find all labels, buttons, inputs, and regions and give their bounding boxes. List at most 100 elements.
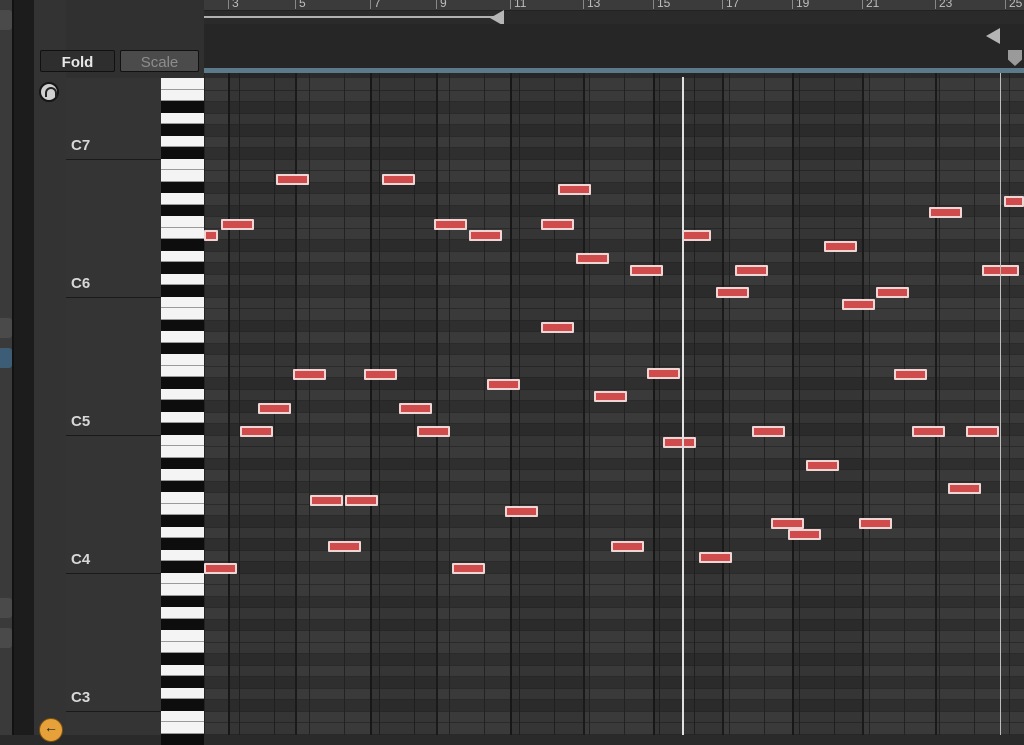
loop-brace[interactable]	[204, 10, 504, 24]
black-key[interactable]	[161, 653, 204, 665]
white-key[interactable]	[161, 688, 204, 700]
midi-note[interactable]	[824, 241, 857, 252]
midi-note[interactable]	[240, 426, 273, 437]
midi-note[interactable]	[293, 369, 326, 380]
black-key[interactable]	[161, 147, 204, 159]
midi-note[interactable]	[382, 174, 415, 185]
white-key[interactable]	[161, 136, 204, 148]
black-key[interactable]	[161, 205, 204, 217]
white-key[interactable]	[161, 159, 204, 171]
midi-note[interactable]	[806, 460, 839, 471]
midi-note[interactable]	[469, 230, 502, 241]
midi-note[interactable]	[647, 368, 680, 379]
white-key[interactable]	[161, 722, 204, 734]
white-key[interactable]	[161, 573, 204, 585]
white-key[interactable]	[161, 711, 204, 723]
midi-note[interactable]	[630, 265, 663, 276]
piano-keyboard[interactable]	[161, 78, 204, 735]
midi-note[interactable]	[716, 287, 749, 298]
black-key[interactable]	[161, 515, 204, 527]
panel-tab[interactable]	[0, 598, 12, 618]
midi-note[interactable]	[221, 219, 254, 230]
back-arrow-icon[interactable]	[39, 718, 63, 742]
black-key[interactable]	[161, 538, 204, 550]
midi-note[interactable]	[434, 219, 467, 230]
black-key[interactable]	[161, 101, 204, 113]
white-key[interactable]	[161, 412, 204, 424]
midi-note[interactable]	[399, 403, 432, 414]
midi-note[interactable]	[929, 207, 962, 218]
midi-note[interactable]	[611, 541, 644, 552]
white-key[interactable]	[161, 170, 204, 182]
midi-note[interactable]	[682, 230, 711, 241]
midi-note[interactable]	[966, 426, 999, 437]
black-key[interactable]	[161, 596, 204, 608]
black-key[interactable]	[161, 320, 204, 332]
white-key[interactable]	[161, 113, 204, 125]
white-key[interactable]	[161, 469, 204, 481]
midi-note[interactable]	[663, 437, 696, 448]
midi-note[interactable]	[894, 369, 927, 380]
black-key[interactable]	[161, 676, 204, 688]
white-key[interactable]	[161, 366, 204, 378]
midi-note[interactable]	[788, 529, 821, 540]
midi-note[interactable]	[276, 174, 309, 185]
midi-note[interactable]	[699, 552, 732, 563]
white-key[interactable]	[161, 78, 204, 90]
black-key[interactable]	[161, 699, 204, 711]
white-key[interactable]	[161, 331, 204, 343]
midi-note[interactable]	[417, 426, 450, 437]
midi-note[interactable]	[558, 184, 591, 195]
white-key[interactable]	[161, 251, 204, 263]
clip-end-marker-icon[interactable]	[986, 28, 1000, 44]
white-key[interactable]	[161, 308, 204, 320]
midi-note[interactable]	[1004, 196, 1024, 207]
headphones-icon[interactable]	[39, 82, 59, 102]
midi-note[interactable]	[842, 299, 875, 310]
midi-note[interactable]	[310, 495, 343, 506]
midi-note[interactable]	[204, 563, 237, 574]
midi-note[interactable]	[505, 506, 538, 517]
black-key[interactable]	[161, 343, 204, 355]
midi-note[interactable]	[948, 483, 981, 494]
midi-note[interactable]	[876, 287, 909, 298]
midi-note[interactable]	[452, 563, 485, 574]
black-key[interactable]	[161, 182, 204, 194]
white-key[interactable]	[161, 216, 204, 228]
midi-note[interactable]	[364, 369, 397, 380]
midi-note[interactable]	[912, 426, 945, 437]
panel-tab[interactable]	[0, 318, 12, 338]
fold-button[interactable]: Fold	[40, 50, 115, 72]
midi-note[interactable]	[594, 391, 627, 402]
midi-note[interactable]	[541, 219, 574, 230]
midi-note[interactable]	[345, 495, 378, 506]
white-key[interactable]	[161, 274, 204, 286]
midi-note[interactable]	[328, 541, 361, 552]
midi-note[interactable]	[752, 426, 785, 437]
white-key[interactable]	[161, 584, 204, 596]
white-key[interactable]	[161, 492, 204, 504]
black-key[interactable]	[161, 377, 204, 389]
white-key[interactable]	[161, 228, 204, 240]
white-key[interactable]	[161, 665, 204, 677]
white-key[interactable]	[161, 642, 204, 654]
black-key[interactable]	[161, 734, 204, 745]
midi-note[interactable]	[204, 230, 218, 241]
black-key[interactable]	[161, 262, 204, 274]
panel-tab[interactable]	[0, 10, 12, 30]
black-key[interactable]	[161, 561, 204, 573]
white-key[interactable]	[161, 446, 204, 458]
black-key[interactable]	[161, 423, 204, 435]
midi-note[interactable]	[771, 518, 804, 529]
panel-tab[interactable]	[0, 628, 12, 648]
white-key[interactable]	[161, 193, 204, 205]
midi-note[interactable]	[859, 518, 892, 529]
note-grid[interactable]	[204, 73, 1024, 735]
midi-note[interactable]	[576, 253, 609, 264]
midi-note[interactable]	[258, 403, 291, 414]
white-key[interactable]	[161, 607, 204, 619]
white-key[interactable]	[161, 435, 204, 447]
midi-note[interactable]	[541, 322, 574, 333]
white-key[interactable]	[161, 504, 204, 516]
white-key[interactable]	[161, 297, 204, 309]
